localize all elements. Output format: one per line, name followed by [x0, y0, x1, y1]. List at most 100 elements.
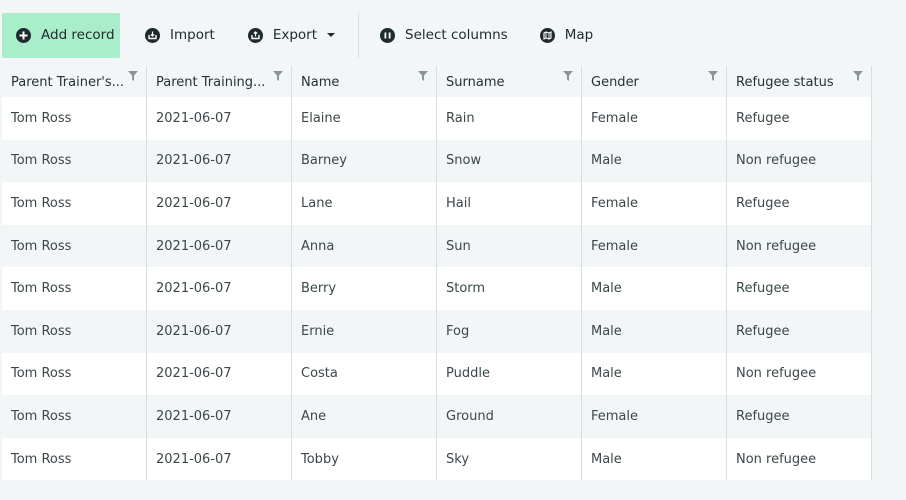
select-columns-button[interactable]: Select columns	[366, 13, 522, 58]
table-cell[interactable]: Tom Ross	[2, 267, 147, 310]
column-header-label: Parent Training...	[156, 75, 266, 90]
column-header[interactable]: Gender	[582, 66, 727, 97]
chevron-down-icon	[327, 33, 336, 37]
table-right-border	[871, 66, 872, 480]
table-cell[interactable]: Ernie	[292, 309, 437, 353]
table-cell[interactable]: Male	[582, 309, 727, 353]
table-cell[interactable]: Snow	[437, 139, 582, 183]
table-cell[interactable]: Male	[582, 267, 727, 310]
table-cell[interactable]: 2021-06-07	[147, 182, 292, 225]
table-cell[interactable]: Tom Ross	[2, 97, 147, 140]
column-header[interactable]: Parent Trainer's...	[2, 66, 147, 97]
toolbar-divider	[358, 12, 360, 58]
table-cell[interactable]: Refugee	[727, 395, 872, 438]
data-table: Parent Trainer's... Parent Training... Nam…	[2, 66, 872, 481]
table-cell[interactable]: Puddle	[437, 352, 582, 396]
table-cell[interactable]: 2021-06-07	[147, 437, 292, 481]
filter-icon[interactable]	[563, 71, 573, 81]
table-cell[interactable]: Tobby	[292, 437, 437, 481]
columns-icon	[380, 27, 396, 43]
table-cell[interactable]: 2021-06-07	[147, 395, 292, 438]
table-cell[interactable]: Refugee	[727, 182, 872, 225]
table-cell[interactable]: Berry	[292, 267, 437, 310]
table-header-row: Parent Trainer's... Parent Training... Nam…	[2, 66, 872, 97]
table-cell[interactable]: 2021-06-07	[147, 97, 292, 140]
add-record-label: Add record	[41, 27, 115, 43]
table-cell[interactable]: Non refugee	[727, 352, 872, 396]
table-cell[interactable]: Tom Ross	[2, 182, 147, 225]
table-cell[interactable]: Storm	[437, 267, 582, 310]
filter-icon[interactable]	[128, 71, 138, 81]
filter-icon[interactable]	[708, 71, 718, 81]
table-cell[interactable]: Refugee	[727, 97, 872, 140]
import-icon	[145, 27, 160, 43]
toolbar: Add record Import Export Select columns …	[0, 0, 906, 70]
table-cell[interactable]: Male	[582, 352, 727, 396]
table-cell[interactable]: Tom Ross	[2, 139, 147, 183]
column-header-label: Name	[301, 75, 340, 90]
table-cell[interactable]: Female	[582, 224, 727, 268]
filter-icon[interactable]	[273, 71, 283, 81]
import-label: Import	[170, 27, 215, 43]
table-cell[interactable]: Elaine	[292, 97, 437, 140]
table-cell[interactable]: Costa	[292, 352, 437, 396]
table-cell[interactable]: 2021-06-07	[147, 224, 292, 268]
table-row[interactable]: Tom Ross 2021-06-07 Ernie Fog Male Refugee	[2, 309, 872, 353]
table-cell[interactable]: Tom Ross	[2, 352, 147, 396]
table-cell[interactable]: Hail	[437, 182, 582, 225]
table-cell[interactable]: Fog	[437, 309, 582, 353]
table-cell[interactable]: Ane	[292, 395, 437, 438]
table-cell[interactable]: 2021-06-07	[147, 139, 292, 183]
table-cell[interactable]: Ground	[437, 395, 582, 438]
column-header[interactable]: Surname	[437, 66, 582, 97]
select-columns-label: Select columns	[405, 27, 508, 43]
table-row[interactable]: Tom Ross 2021-06-07 Anna Sun Female Non refug…	[2, 224, 872, 268]
table-row[interactable]: Tom Ross 2021-06-07 Tobby Sky Male Non refuge…	[2, 437, 872, 481]
table-cell[interactable]: Male	[582, 139, 727, 183]
map-button[interactable]: Map	[526, 13, 608, 58]
map-icon	[539, 27, 555, 43]
table-row[interactable]: Tom Ross 2021-06-07 Elaine Rain Female Refuge…	[2, 97, 872, 140]
table-cell[interactable]: Tom Ross	[2, 437, 147, 481]
table-cell[interactable]: Tom Ross	[2, 309, 147, 353]
column-header[interactable]: Refugee status	[727, 66, 872, 97]
table-row[interactable]: Tom Ross 2021-06-07 Costa Puddle Male Non ref…	[2, 352, 872, 396]
table-cell[interactable]: Tom Ross	[2, 224, 147, 268]
table-cell[interactable]: Male	[582, 437, 727, 481]
table-cell[interactable]: Tom Ross	[2, 395, 147, 438]
table-cell[interactable]: Female	[582, 97, 727, 140]
table-cell[interactable]: Non refugee	[727, 437, 872, 481]
column-header[interactable]: Name	[292, 66, 437, 97]
table-cell[interactable]: 2021-06-07	[147, 309, 292, 353]
map-label: Map	[564, 27, 594, 43]
plus-circle-icon	[16, 27, 31, 43]
table-cell[interactable]: Refugee	[727, 267, 872, 310]
table-cell[interactable]: Barney	[292, 139, 437, 183]
add-record-button[interactable]: Add record	[2, 12, 120, 58]
table-cell[interactable]: 2021-06-07	[147, 267, 292, 310]
table-row[interactable]: Tom Ross 2021-06-07 Berry Storm Male Refugee	[2, 267, 872, 310]
column-header-label: Parent Trainer's...	[11, 75, 125, 90]
table-row[interactable]: Tom Ross 2021-06-07 Lane Hail Female Refugee	[2, 182, 872, 225]
export-button[interactable]: Export	[234, 13, 349, 58]
export-icon	[247, 27, 263, 43]
table-cell[interactable]: Rain	[437, 97, 582, 140]
column-header-label: Gender	[591, 75, 639, 90]
table-cell[interactable]: Sun	[437, 224, 582, 268]
table-cell[interactable]: Non refugee	[727, 224, 872, 268]
table-row[interactable]: Tom Ross 2021-06-07 Ane Ground Female Refugee	[2, 395, 872, 438]
column-header[interactable]: Parent Training...	[147, 66, 292, 97]
table-cell[interactable]: 2021-06-07	[147, 352, 292, 396]
filter-icon[interactable]	[418, 71, 428, 81]
import-button[interactable]: Import	[131, 13, 229, 58]
table-cell[interactable]: Lane	[292, 182, 437, 225]
filter-icon[interactable]	[853, 71, 863, 81]
table-row[interactable]: Tom Ross 2021-06-07 Barney Snow Male Non refu…	[2, 139, 872, 183]
table-cell[interactable]: Anna	[292, 224, 437, 268]
table-cell[interactable]: Female	[582, 182, 727, 225]
table-cell[interactable]: Refugee	[727, 309, 872, 353]
table-cell[interactable]: Non refugee	[727, 139, 872, 183]
table-cell[interactable]: Female	[582, 395, 727, 438]
table-cell[interactable]: Sky	[437, 437, 582, 481]
column-header-label: Refugee status	[736, 75, 834, 90]
